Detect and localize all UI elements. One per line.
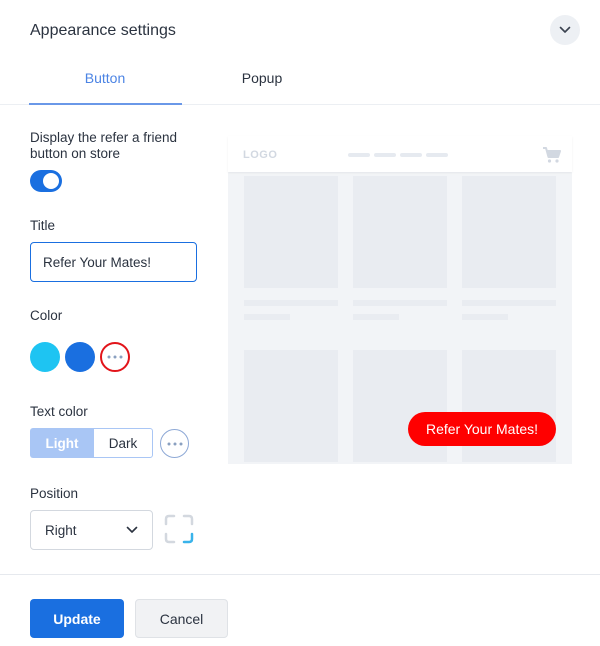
- custom-color-button[interactable]: [100, 342, 130, 372]
- text-color-light-option[interactable]: Light: [30, 428, 94, 458]
- preview-text-line: [462, 300, 556, 306]
- text-color-label: Text color: [30, 404, 88, 419]
- preview-product-card: [462, 176, 556, 288]
- preview-navbar: LOGO: [228, 136, 572, 172]
- more-dots-icon: [167, 442, 182, 445]
- preview-logo: LOGO: [243, 149, 278, 161]
- preview-menu-item: [426, 153, 448, 157]
- update-button[interactable]: Update: [30, 599, 124, 638]
- display-toggle[interactable]: [30, 170, 62, 192]
- custom-text-color-button[interactable]: [160, 429, 189, 458]
- footer-divider: [0, 574, 600, 575]
- position-label: Position: [30, 486, 79, 501]
- preview-text-line: [462, 314, 508, 320]
- preview-menu-item: [348, 153, 370, 157]
- preview-menu-item: [400, 153, 422, 157]
- color-label: Color: [30, 308, 63, 323]
- tab-popup[interactable]: Popup: [186, 70, 338, 90]
- store-preview: LOGO Refer Your Mates!: [228, 136, 572, 464]
- active-tab-indicator: [29, 103, 182, 105]
- text-color-dark-option[interactable]: Dark: [93, 428, 153, 458]
- preview-product-card: [244, 176, 338, 288]
- preview-text-line: [244, 314, 290, 320]
- preview-product-card: [244, 350, 338, 462]
- display-label-line1: Display the refer a friend: [30, 130, 178, 145]
- display-toggle-label: Display the refer a friend button on sto…: [30, 130, 177, 162]
- color-swatch-blue[interactable]: [65, 342, 95, 372]
- corner-position-icon: [164, 514, 194, 544]
- preview-product-card: [353, 176, 447, 288]
- preview-text-line: [244, 300, 338, 306]
- chevron-down-icon: [126, 526, 138, 533]
- position-selected-value: Right: [45, 522, 77, 538]
- position-select[interactable]: Right: [30, 510, 153, 550]
- preview-text-line: [353, 300, 447, 306]
- title-input[interactable]: [30, 242, 197, 282]
- cancel-button[interactable]: Cancel: [135, 599, 228, 638]
- color-swatch-cyan[interactable]: [30, 342, 60, 372]
- toggle-knob: [43, 173, 59, 189]
- panel-title: Appearance settings: [30, 22, 176, 39]
- cart-icon: [543, 147, 561, 163]
- preview-text-line: [353, 314, 399, 320]
- tab-button[interactable]: Button: [29, 70, 181, 90]
- more-dots-icon: [107, 355, 123, 359]
- preview-menu-item: [374, 153, 396, 157]
- preview-refer-button[interactable]: Refer Your Mates!: [408, 412, 556, 446]
- collapse-button[interactable]: [550, 15, 580, 45]
- title-label: Title: [30, 218, 56, 233]
- chevron-down-icon: [559, 26, 571, 33]
- display-label-line2: button on store: [30, 146, 121, 161]
